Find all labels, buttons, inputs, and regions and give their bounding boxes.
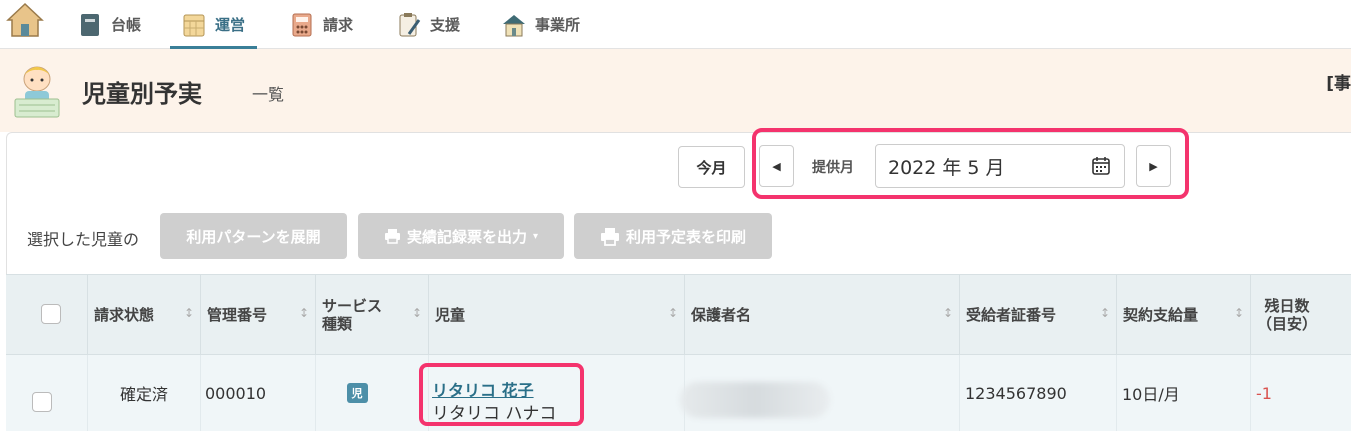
nav-office[interactable]: 事業所	[502, 0, 580, 49]
month-value: 2022 年 5 月	[888, 156, 1005, 179]
header-select-all	[6, 274, 88, 355]
child-name-kana: リタリコ ハナコ	[432, 404, 557, 424]
select-all-checkbox[interactable]	[41, 304, 61, 324]
guardian-name-blurred	[680, 382, 830, 418]
page-title: 児童別予実	[82, 80, 202, 108]
sort-icon: ↕	[298, 306, 309, 320]
cert-cell: 1234567890	[960, 355, 1117, 431]
this-month-button[interactable]: 今月	[678, 146, 745, 188]
home-icon[interactable]	[6, 2, 44, 38]
print-schedule-label: 利用予定表を印刷	[625, 227, 746, 246]
nav-support-label: 支援	[430, 16, 461, 34]
column-header-remaining[interactable]: 残日数 （目安）	[1251, 274, 1351, 355]
month-label: 提供月	[812, 160, 854, 176]
calendar-icon	[183, 14, 205, 36]
caret-right-icon: ▶	[1149, 160, 1158, 173]
export-record-label: 実績記録票を出力	[406, 227, 527, 246]
print-schedule-button[interactable]: 利用予定表を印刷	[574, 213, 772, 259]
row-select-cell	[6, 355, 88, 431]
remaining-cell: -1	[1256, 383, 1272, 403]
page-subtitle: 一覧	[252, 85, 285, 104]
nav-ledger[interactable]: 台帳	[78, 0, 141, 49]
amount-cell: 10日/月	[1117, 355, 1251, 431]
nav-support[interactable]: 支援	[397, 0, 460, 49]
selected-children-label: 選択した児童の	[27, 230, 140, 249]
nav-operations-label: 運営	[215, 16, 246, 34]
column-header-service[interactable]: サービス 種類 ↕	[316, 274, 429, 355]
service-type-badge: 児	[346, 383, 368, 403]
printer-icon	[600, 227, 619, 246]
row-checkbox[interactable]	[32, 392, 52, 412]
column-header-guardian[interactable]: 保護者名 ↕	[685, 274, 960, 355]
child-avatar-icon	[14, 66, 60, 118]
sort-icon: ↕	[183, 306, 194, 320]
printer-icon	[384, 229, 400, 244]
top-navigation: 台帳 運営 請求 支援 事業所	[0, 0, 1351, 49]
expand-pattern-button[interactable]: 利用パターンを展開	[160, 213, 347, 259]
nav-billing[interactable]: 請求	[290, 0, 353, 49]
column-header-number[interactable]: 管理番号 ↕	[201, 274, 316, 355]
child-name-link[interactable]: リタリコ 花子	[432, 377, 534, 401]
building-icon	[503, 14, 525, 36]
clipboard-pen-icon	[399, 12, 421, 36]
prev-month-button[interactable]: ◀	[759, 145, 794, 187]
nav-ledger-label: 台帳	[111, 16, 142, 34]
calendar-picker-icon[interactable]	[1091, 156, 1111, 176]
column-header-cert[interactable]: 受給者証番号 ↕	[960, 274, 1117, 355]
caret-down-icon: ▾	[532, 230, 539, 242]
caret-left-icon: ◀	[772, 160, 781, 173]
sort-icon: ↕	[1099, 306, 1110, 320]
sort-icon: ↕	[1233, 306, 1244, 320]
month-input[interactable]: 2022 年 5 月	[875, 144, 1125, 188]
nav-operations[interactable]: 運営	[169, 0, 258, 49]
ledger-icon	[81, 13, 99, 36]
next-month-button[interactable]: ▶	[1136, 145, 1171, 187]
column-header-child[interactable]: 児童 ↕	[429, 274, 685, 355]
column-header-amount[interactable]: 契約支給量 ↕	[1117, 274, 1251, 355]
office-name-truncated: [事	[1326, 74, 1351, 94]
export-record-button[interactable]: 実績記録票を出力 ▾	[358, 213, 564, 259]
nav-billing-label: 請求	[323, 16, 354, 34]
sort-icon: ↕	[411, 306, 422, 320]
sort-icon: ↕	[667, 306, 678, 320]
number-cell: 000010	[201, 355, 316, 431]
sort-icon: ↕	[942, 306, 953, 320]
column-header-status[interactable]: 請求状態 ↕	[88, 274, 201, 355]
service-cell: 児	[316, 355, 429, 431]
expand-pattern-label: 利用パターンを展開	[186, 227, 321, 246]
calculator-icon	[292, 13, 312, 36]
nav-office-label: 事業所	[535, 16, 581, 34]
page-header: 児童別予実 一覧 [事	[0, 49, 1351, 132]
status-cell: 確定済	[88, 355, 201, 431]
